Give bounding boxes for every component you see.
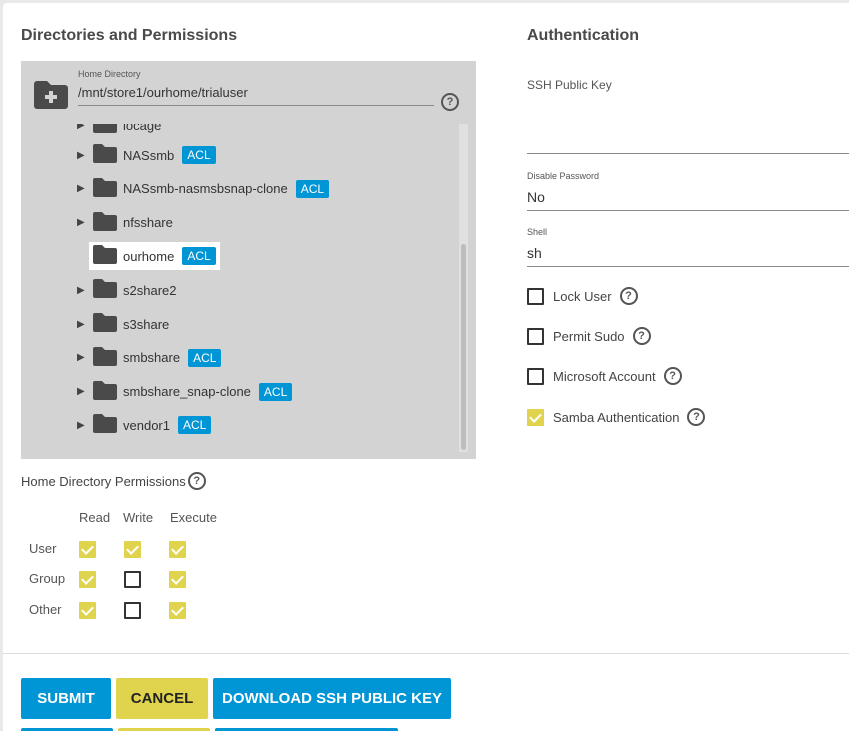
tree-item-label: smbshare xyxy=(123,350,181,366)
tree-item-label: ourhome xyxy=(123,248,175,264)
perm-user-read-checkbox[interactable] xyxy=(79,541,96,558)
tree-item-s3share[interactable]: ▶ s3share xyxy=(77,310,169,338)
folder-icon xyxy=(93,279,117,301)
folder-icon xyxy=(93,380,117,403)
help-icon[interactable]: ? xyxy=(619,287,638,305)
acl-badge: ACL xyxy=(182,146,216,164)
tree-item-nassmb[interactable]: ▶ NASsmb ACL xyxy=(77,141,216,169)
tree-item-nfsshare[interactable]: ▶ nfsshare xyxy=(77,209,173,237)
perm-other-write-checkbox[interactable] xyxy=(124,602,141,619)
triangle-right-icon[interactable]: ▶ xyxy=(77,124,93,131)
lock-user-row[interactable]: Lock User? xyxy=(527,287,638,305)
acl-badge: ACL xyxy=(258,382,293,401)
tree-item-label: NASsmb xyxy=(123,147,175,163)
permit-sudo-label: Permit Sudo xyxy=(553,328,625,344)
acl-badge: ACL xyxy=(295,179,330,198)
ssh-public-key-label: SSH Public Key xyxy=(527,78,612,92)
folder-icon xyxy=(93,144,117,166)
folder-icon xyxy=(93,346,117,369)
tree-item-label: vendor1 xyxy=(123,417,170,433)
samba-authentication-checkbox[interactable] xyxy=(527,408,544,426)
cancel-button[interactable]: CANCEL xyxy=(116,678,208,719)
tree-item-smbshare[interactable]: ▶ smbshare ACL xyxy=(77,344,222,372)
section-title-directories: Directories and Permissions xyxy=(21,27,238,44)
microsoft-account-label: Microsoft Account xyxy=(553,368,656,384)
tree-scrollbar-thumb[interactable] xyxy=(461,244,466,450)
permissions-title: Home Directory Permissions ? xyxy=(21,472,206,490)
tree-item-label: NASsmb-nasmsbsnap-clone xyxy=(123,181,288,197)
triangle-right-icon[interactable]: ▶ xyxy=(77,217,93,228)
permit-sudo-checkbox[interactable] xyxy=(527,327,544,345)
samba-authentication-label: Samba Authentication xyxy=(553,409,680,425)
download-ssh-key-button[interactable]: DOWNLOAD SSH PUBLIC KEY xyxy=(213,678,451,719)
ssh-public-key-textarea[interactable] xyxy=(527,153,849,154)
tree-item-label: s3share xyxy=(123,316,170,332)
perm-row-group: Group xyxy=(29,571,66,586)
tree-item-label: nfsshare xyxy=(123,215,173,231)
acl-badge: ACL xyxy=(188,348,222,367)
triangle-right-icon[interactable]: ▶ xyxy=(77,319,93,330)
perm-user-execute-checkbox[interactable] xyxy=(169,541,186,558)
disable-password-label: Disable Password xyxy=(527,171,600,181)
samba-authentication-row[interactable]: Samba Authentication? xyxy=(527,408,706,426)
lock-user-checkbox[interactable] xyxy=(527,287,544,305)
section-title-authentication: Authentication xyxy=(527,27,639,44)
help-icon[interactable]: ? xyxy=(632,327,651,345)
tree-scrollbar[interactable] xyxy=(459,124,468,452)
tree-item-label: s2share2 xyxy=(123,282,177,298)
perm-group-read-checkbox[interactable] xyxy=(79,571,96,588)
lock-user-label: Lock User xyxy=(553,288,612,304)
perm-other-read-checkbox[interactable] xyxy=(79,602,96,619)
folder-icon xyxy=(93,313,117,335)
home-directory-input[interactable]: /mnt/store1/ourhome/trialuser xyxy=(78,85,434,106)
tree-item-smbshare-snap-clone[interactable]: ▶ smbshare_snap-clone ACL xyxy=(77,378,293,406)
triangle-right-icon[interactable]: ▶ xyxy=(77,420,93,431)
home-directory-explorer: Home Directory /mnt/store1/ourhome/trial… xyxy=(21,61,476,459)
folder-icon xyxy=(93,211,117,234)
triangle-right-icon[interactable]: ▶ xyxy=(77,150,93,161)
perm-column-execute: Execute xyxy=(170,510,217,525)
perm-column-read: Read xyxy=(79,510,111,525)
shell-select[interactable]: sh xyxy=(527,245,849,267)
tree-item-nassmb-nasmsbsnap-clone[interactable]: ▶ NASsmb-nasmsbsnap-clone ACL xyxy=(77,175,330,203)
triangle-right-icon[interactable]: ▶ xyxy=(77,183,93,194)
acl-badge: ACL xyxy=(177,416,212,435)
folder-icon xyxy=(93,177,117,200)
perm-row-other: Other xyxy=(29,602,62,617)
triangle-right-icon[interactable]: ▶ xyxy=(77,285,93,296)
perm-column-write: Write xyxy=(123,510,154,525)
home-directory-label: Home Directory xyxy=(78,69,141,79)
help-icon[interactable]: ? xyxy=(687,408,706,426)
permissions-title-text: Home Directory Permissions xyxy=(21,473,186,489)
help-icon[interactable]: ? xyxy=(441,93,459,111)
perm-group-write-checkbox[interactable] xyxy=(124,571,141,588)
tree-item-label: smbshare_snap-clone xyxy=(123,384,251,400)
tree-item[interactable]: ▶ iocage xyxy=(77,124,161,139)
submit-button[interactable]: SUBMIT xyxy=(21,678,111,719)
triangle-right-icon[interactable]: ▶ xyxy=(77,386,93,397)
permit-sudo-row[interactable]: Permit Sudo? xyxy=(527,327,651,345)
folder-icon xyxy=(93,414,117,436)
shell-label: Shell xyxy=(527,227,548,237)
triangle-right-icon[interactable]: ▶ xyxy=(77,352,93,363)
perm-user-write-checkbox[interactable] xyxy=(124,541,141,558)
disable-password-select[interactable]: No xyxy=(527,189,849,211)
tree-item-ourhome[interactable]: ourhome ACL xyxy=(89,242,220,271)
perm-other-execute-checkbox[interactable] xyxy=(169,602,186,619)
perm-group-execute-checkbox[interactable] xyxy=(169,571,186,588)
help-icon[interactable]: ? xyxy=(663,367,682,385)
add-folder-icon[interactable] xyxy=(34,81,68,114)
microsoft-account-row[interactable]: Microsoft Account? xyxy=(527,367,682,385)
perm-row-user: User xyxy=(29,541,57,556)
microsoft-account-checkbox[interactable] xyxy=(527,367,544,385)
help-icon[interactable]: ? xyxy=(187,472,206,490)
footer-divider xyxy=(3,653,849,654)
directory-tree: ▶ iocage ▶ NASsmb ACL ▶ NASsmb-nasmsbsnap-clon… xyxy=(21,124,458,454)
tree-item-label: iocage xyxy=(123,124,162,133)
tree-item-vendor1[interactable]: ▶ vendor1 ACL xyxy=(77,411,212,439)
folder-icon xyxy=(93,245,117,267)
folder-icon xyxy=(93,124,117,136)
tree-item-s2share2[interactable]: ▶ s2share2 xyxy=(77,276,176,304)
acl-badge: ACL xyxy=(182,247,216,266)
